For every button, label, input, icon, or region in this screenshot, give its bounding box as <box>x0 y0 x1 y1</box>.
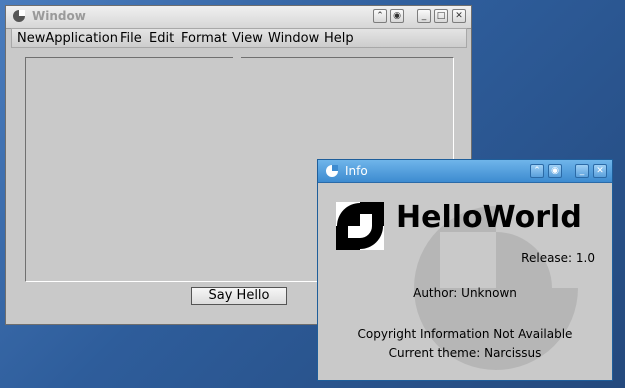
release-label: Release: 1.0 <box>521 251 595 265</box>
app-logo-icon <box>326 165 338 177</box>
menu-newapplication[interactable]: NewApplication <box>17 31 118 46</box>
menu-format[interactable]: Format <box>181 31 227 46</box>
main-window-titlebar[interactable]: Window ⌃ ◉ _ □ ✕ <box>6 6 471 29</box>
close-button[interactable]: ✕ <box>452 9 466 23</box>
sticky-button[interactable]: ◉ <box>390 9 404 23</box>
menubar: NewApplication File Edit Format View Win… <box>11 28 467 48</box>
app-name: HelloWorld <box>396 200 582 235</box>
theme-label: Current theme: Narcissus <box>388 346 542 360</box>
close-button[interactable]: ✕ <box>593 164 607 178</box>
info-window: Info ⌃ ◉ _ ✕ HelloWorld Release: 1.0 Aut… <box>317 159 613 381</box>
info-window-titlebar[interactable]: Info ⌃ ◉ _ ✕ <box>318 160 612 183</box>
copyright-label: Copyright Information Not Available <box>357 327 573 341</box>
menu-help[interactable]: Help <box>324 31 354 46</box>
main-window-title: Window <box>32 9 86 23</box>
shade-button[interactable]: ⌃ <box>530 164 544 178</box>
menu-edit[interactable]: Edit <box>149 31 174 46</box>
info-window-title: Info <box>345 164 368 178</box>
content-notch <box>233 56 241 59</box>
helloworld-logo-icon <box>336 202 384 250</box>
maximize-button[interactable]: □ <box>434 9 448 23</box>
menu-file[interactable]: File <box>120 31 142 46</box>
desktop: { "main_window": { "title": "Window", "m… <box>0 0 625 388</box>
minimize-button[interactable]: _ <box>575 164 589 178</box>
menu-view[interactable]: View <box>232 31 263 46</box>
minimize-button[interactable]: _ <box>417 9 431 23</box>
shade-button[interactable]: ⌃ <box>373 9 387 23</box>
menu-window[interactable]: Window <box>268 31 319 46</box>
sticky-button[interactable]: ◉ <box>548 164 562 178</box>
app-logo-icon <box>13 10 25 22</box>
author-label: Author: Unknown <box>413 286 517 300</box>
say-hello-button[interactable]: Say Hello <box>191 287 287 305</box>
